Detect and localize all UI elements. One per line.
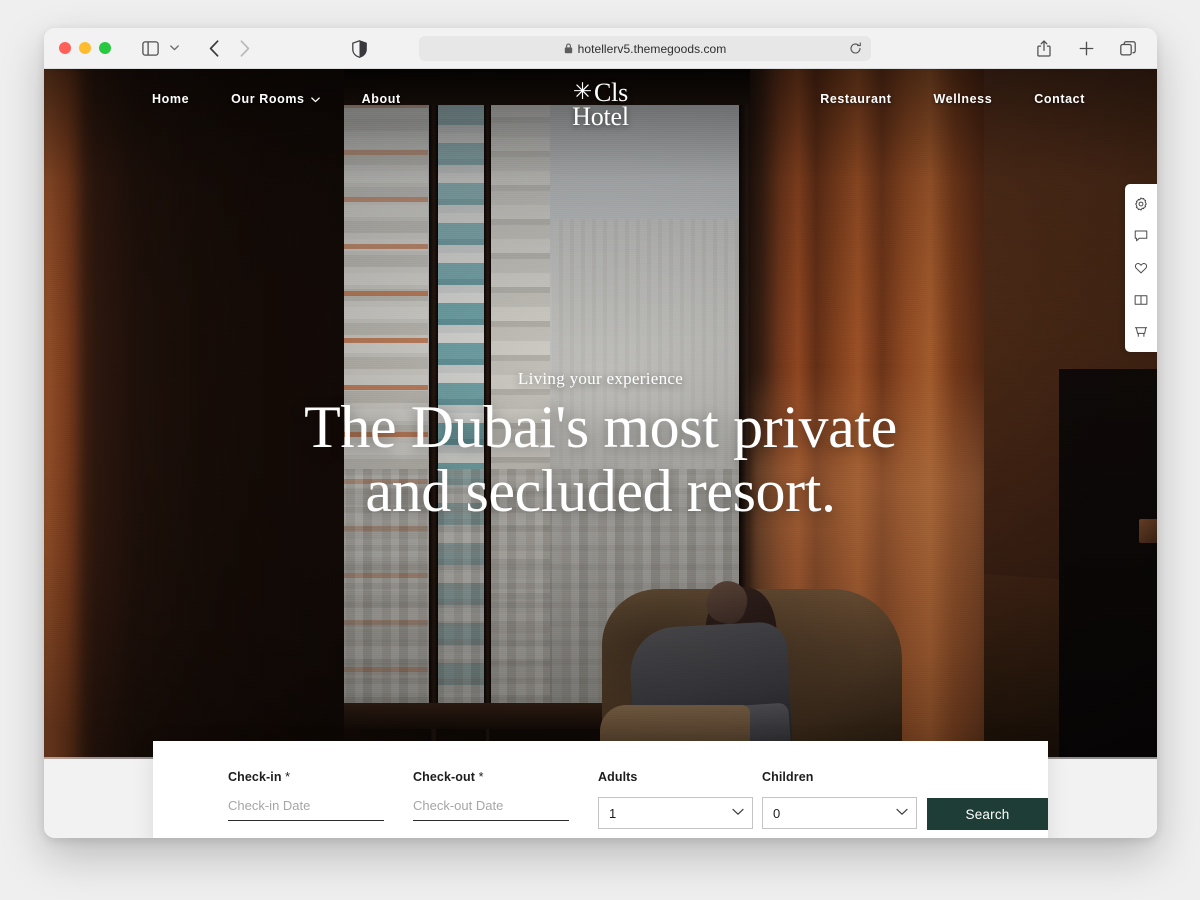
- browser-toolbar: hotellerv5.themegoods.com: [44, 28, 1157, 69]
- nav-item-label: Restaurant: [820, 92, 892, 106]
- reader-mode-icon[interactable]: [346, 36, 372, 62]
- adults-label: Adults: [598, 770, 638, 784]
- url-text: hotellerv5.themegoods.com: [577, 41, 727, 56]
- checkin-field: Check-in *: [228, 770, 384, 821]
- children-field: Children 012345: [762, 770, 917, 829]
- nav-item-our-rooms[interactable]: Our Rooms: [231, 92, 320, 106]
- hero-title-line-2: and secluded resort.: [365, 458, 836, 525]
- page-viewport: Home Our Rooms About ✳ Cls Hotel Restaur…: [44, 69, 1157, 838]
- checkout-label: Check-out *: [413, 770, 569, 784]
- nav-item-label: Home: [152, 92, 190, 106]
- nav-item-home[interactable]: Home: [152, 92, 189, 106]
- site-header: Home Our Rooms About ✳ Cls Hotel Restaur…: [44, 69, 1157, 141]
- checkout-input[interactable]: [413, 798, 569, 821]
- maximize-window-button[interactable]: [99, 42, 111, 54]
- nav-item-label: Contact: [1034, 92, 1085, 106]
- nav-item-restaurant[interactable]: Restaurant: [820, 92, 891, 106]
- required-mark: *: [285, 770, 291, 784]
- book-icon[interactable]: [1130, 289, 1152, 311]
- forward-arrow-icon[interactable]: [231, 35, 257, 61]
- children-select[interactable]: 012345: [762, 797, 917, 829]
- booking-search-form: Check-in * Check-out * Adults 123456: [153, 741, 1048, 838]
- sidebar-chevron-down-icon[interactable]: [161, 35, 187, 61]
- adults-select[interactable]: 123456: [598, 797, 753, 829]
- star-icon: ✳: [572, 79, 592, 105]
- checkin-label-text: Check-in: [228, 770, 282, 784]
- heart-icon[interactable]: [1130, 257, 1152, 279]
- checkin-input[interactable]: [228, 798, 384, 821]
- hero-section: Home Our Rooms About ✳ Cls Hotel Restaur…: [44, 69, 1157, 759]
- tab-overview-icon[interactable]: [1115, 35, 1141, 61]
- browser-window: hotellerv5.themegoods.com Home Our Rooms…: [44, 28, 1157, 838]
- minimize-window-button[interactable]: [79, 42, 91, 54]
- address-bar[interactable]: hotellerv5.themegoods.com: [419, 36, 871, 61]
- lock-icon: [564, 43, 573, 54]
- speech-bubble-icon[interactable]: [1130, 225, 1152, 247]
- floating-side-toolbar: [1125, 184, 1157, 352]
- window-controls: [59, 42, 111, 54]
- adults-field: Adults 123456: [598, 770, 753, 829]
- checkin-label: Check-in *: [228, 770, 384, 784]
- reload-icon[interactable]: [847, 40, 864, 57]
- chevron-down-icon: [310, 97, 320, 103]
- children-label: Children: [762, 770, 814, 784]
- nav-item-contact[interactable]: Contact: [1034, 92, 1085, 106]
- primary-navigation-left: Home Our Rooms About: [152, 92, 401, 106]
- toolbar-right-actions: [1031, 35, 1141, 61]
- plus-icon[interactable]: [1073, 35, 1099, 61]
- site-logo[interactable]: ✳ Cls Hotel: [572, 79, 629, 131]
- hero-subtitle: Living your experience: [517, 369, 684, 388]
- nav-item-label: About: [361, 92, 401, 106]
- share-icon[interactable]: [1031, 35, 1057, 61]
- nav-item-label: Our Rooms: [231, 92, 305, 106]
- checkout-field: Check-out *: [413, 770, 569, 821]
- close-window-button[interactable]: [59, 42, 71, 54]
- primary-navigation-right: Restaurant Wellness Contact: [820, 92, 1085, 106]
- gear-icon[interactable]: [1130, 193, 1152, 215]
- hero-title: The Dubai's most private and secluded re…: [44, 395, 1157, 523]
- back-arrow-icon[interactable]: [201, 35, 227, 61]
- nav-item-wellness[interactable]: Wellness: [934, 92, 993, 106]
- search-button[interactable]: Search: [927, 798, 1048, 830]
- checkout-label-text: Check-out: [413, 770, 476, 784]
- hero-title-line-1: The Dubai's most private: [304, 394, 897, 460]
- required-mark: *: [478, 770, 484, 784]
- cart-icon[interactable]: [1130, 321, 1152, 343]
- sidebar-toggle-icon[interactable]: [137, 35, 163, 61]
- hero-copy: Living your experience The Dubai's most …: [44, 369, 1157, 523]
- logo-line-2: Hotel: [572, 101, 629, 131]
- nav-item-label: Wellness: [933, 92, 993, 106]
- nav-item-about[interactable]: About: [362, 92, 401, 106]
